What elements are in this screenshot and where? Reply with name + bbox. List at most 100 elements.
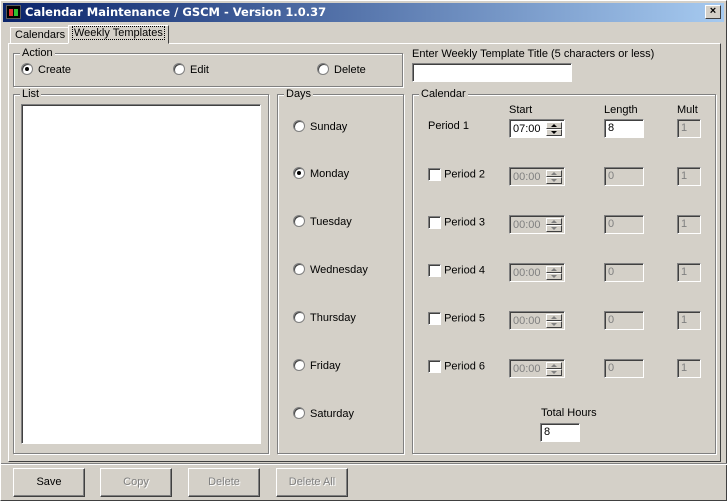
day-tuesday-radio[interactable]: Tuesday (293, 215, 352, 230)
day-monday-label: Monday (310, 168, 350, 180)
period-2-start-spinner: 00:00 (509, 167, 565, 186)
action-edit-radio[interactable]: Edit (173, 63, 209, 78)
window-title: Calendar Maintenance / GSCM - Version 1.… (25, 5, 327, 19)
action-group-label: Action (20, 47, 55, 59)
tab-calendars-label: Calendars (15, 29, 66, 41)
period-5-start-value: 00:00 (513, 315, 541, 327)
spin-up-icon (546, 218, 562, 225)
period-6-length-input: 0 (604, 359, 644, 378)
period-4-length-input: 0 (604, 263, 644, 282)
template-listbox[interactable] (21, 104, 261, 444)
day-thursday-label: Thursday (310, 312, 356, 324)
spin-down-icon (546, 225, 562, 232)
delete-button[interactable]: Delete (188, 468, 260, 497)
period-1-mult-input: 1 (677, 119, 701, 138)
period-5-mult-input: 1 (677, 311, 701, 330)
list-group-label: List (20, 88, 42, 100)
action-create-label: Create (38, 64, 72, 76)
spin-down-icon (546, 369, 562, 376)
length-column-header: Length (604, 104, 638, 116)
day-thursday-radio[interactable]: Thursday (293, 311, 356, 326)
day-friday-radio[interactable]: Friday (293, 359, 341, 374)
day-monday-radio[interactable]: Monday (293, 167, 350, 182)
period-3-label: Period 3 (444, 216, 486, 229)
spin-up-icon (546, 362, 562, 369)
close-button[interactable]: × (705, 5, 721, 19)
radio-indicator (293, 263, 305, 276)
period-1-label: Period 1 (428, 120, 469, 132)
period-1-length-input[interactable]: 8 (604, 119, 644, 138)
period-2-checkbox[interactable] (428, 168, 441, 181)
days-group-label: Days (284, 88, 314, 100)
radio-indicator (173, 63, 185, 76)
period-5-checkbox[interactable] (428, 312, 441, 325)
period-6-start-value: 00:00 (513, 363, 541, 375)
save-button[interactable]: Save (13, 468, 85, 497)
footer-divider (1, 463, 727, 465)
period-4-start-value: 00:00 (513, 267, 541, 279)
period-5-row[interactable]: Period 5 (428, 312, 485, 325)
period-3-start-spinner: 00:00 (509, 215, 565, 234)
period-2-row[interactable]: Period 2 (428, 168, 485, 181)
spin-up-icon (546, 170, 562, 177)
period-2-start-value: 00:00 (513, 171, 541, 183)
action-delete-radio[interactable]: Delete (317, 63, 366, 78)
period-3-checkbox[interactable] (428, 216, 441, 229)
period-5-length-input: 0 (604, 311, 644, 330)
period-3-length-input: 0 (604, 215, 644, 234)
period-5-label: Period 5 (444, 312, 486, 325)
day-sunday-radio[interactable]: Sunday (293, 120, 347, 135)
start-column-header: Start (509, 104, 533, 116)
action-delete-label: Delete (334, 64, 366, 76)
period-3-mult-input: 1 (677, 215, 701, 234)
period-4-label: Period 4 (444, 264, 486, 277)
period-4-start-spinner: 00:00 (509, 263, 565, 282)
day-wednesday-radio[interactable]: Wednesday (293, 263, 368, 278)
spin-down-icon (546, 273, 562, 280)
spin-down-icon[interactable] (546, 129, 562, 136)
period-4-mult-input: 1 (677, 263, 701, 282)
day-saturday-radio[interactable]: Saturday (293, 407, 355, 422)
period-4-row[interactable]: Period 4 (428, 264, 485, 277)
period-6-checkbox[interactable] (428, 360, 441, 373)
period-6-mult-input: 1 (677, 359, 701, 378)
total-hours-input[interactable]: 8 (540, 423, 580, 442)
app-icon (6, 5, 21, 19)
spin-up-icon[interactable] (546, 122, 562, 129)
template-title-label: Enter Weekly Template Title (5 character… (412, 48, 655, 60)
period-2-mult-input: 1 (677, 167, 701, 186)
radio-indicator (293, 311, 305, 324)
calendar-group-label: Calendar (419, 88, 468, 100)
main-window: Calendar Maintenance / GSCM - Version 1.… (0, 0, 727, 501)
template-title-input[interactable] (412, 63, 572, 82)
radio-indicator (293, 407, 305, 420)
period-6-start-spinner: 00:00 (509, 359, 565, 378)
spin-down-icon (546, 321, 562, 328)
radio-indicator (293, 359, 305, 372)
action-create-radio[interactable]: Create (21, 63, 72, 78)
radio-indicator (293, 215, 305, 228)
title-bar[interactable]: Calendar Maintenance / GSCM - Version 1.… (3, 3, 724, 22)
period-2-length-input: 0 (604, 167, 644, 186)
radio-indicator (21, 63, 33, 76)
period-6-row[interactable]: Period 6 (428, 360, 485, 373)
period-1-start-spinner[interactable]: 07:00 (509, 119, 565, 138)
day-tuesday-label: Tuesday (310, 216, 352, 228)
tab-calendars[interactable]: Calendars (10, 27, 71, 44)
radio-indicator (317, 63, 329, 76)
spin-up-icon (546, 314, 562, 321)
delete-all-button[interactable]: Delete All (276, 468, 348, 497)
radio-indicator (293, 120, 305, 133)
period-5-start-spinner: 00:00 (509, 311, 565, 330)
period-3-row[interactable]: Period 3 (428, 216, 485, 229)
radio-indicator (293, 167, 305, 180)
period-1-start-value: 07:00 (513, 123, 541, 135)
tab-weekly-templates[interactable]: Weekly Templates (68, 25, 169, 44)
spin-up-icon (546, 266, 562, 273)
period-4-checkbox[interactable] (428, 264, 441, 277)
copy-button[interactable]: Copy (100, 468, 172, 497)
day-saturday-label: Saturday (310, 408, 355, 420)
period-2-label: Period 2 (444, 168, 486, 181)
action-edit-label: Edit (190, 64, 209, 76)
mult-column-header: Mult (677, 104, 698, 116)
